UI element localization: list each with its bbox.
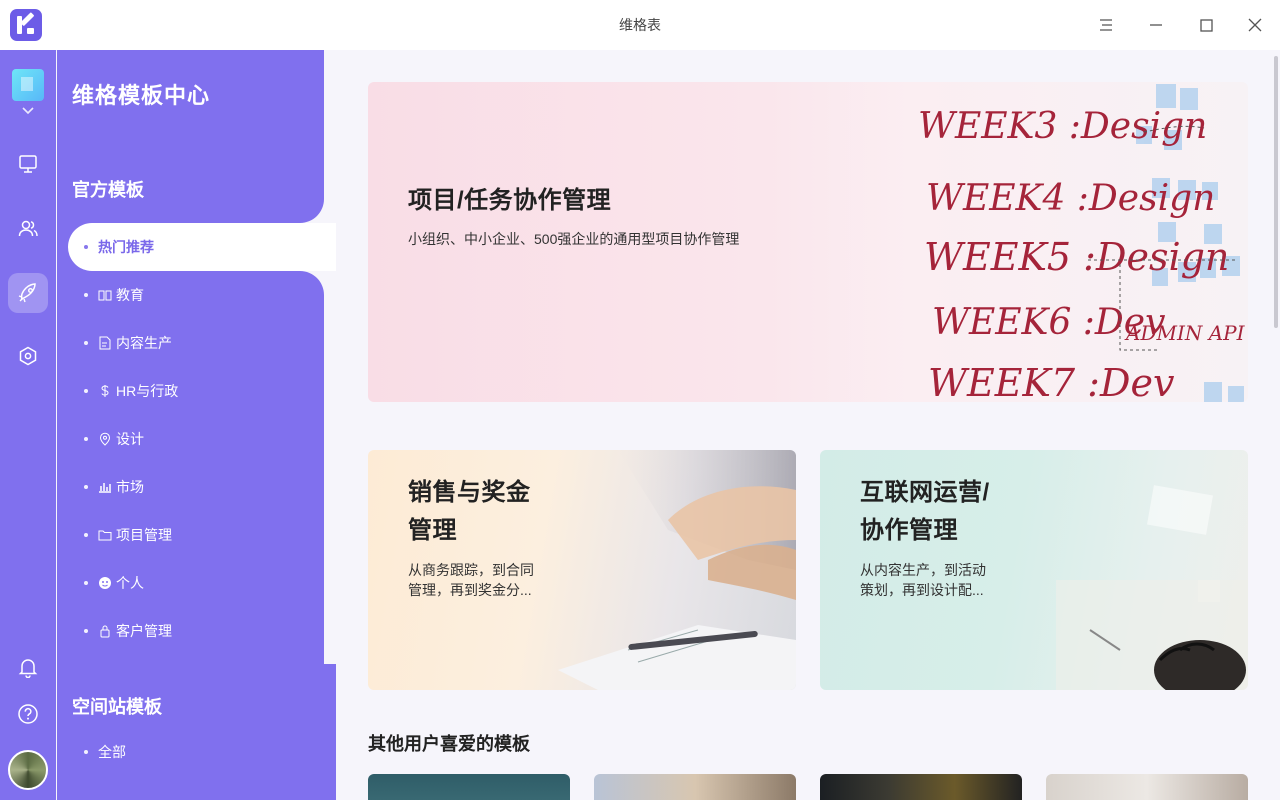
title-bar: 维格表 xyxy=(0,0,1280,51)
sidebar-item-label: 热门推荐 xyxy=(98,239,154,255)
hero-template-card[interactable]: WEEK3 :Design WEEK4 :Design WEEK5 :Desig… xyxy=(368,82,1248,402)
official-templates-heading: 官方模板 xyxy=(72,180,144,200)
minimize-button[interactable] xyxy=(1141,10,1171,40)
bullet-dot xyxy=(84,485,88,489)
sidebar-item-label: 全部 xyxy=(98,744,126,760)
sidebar-item-education[interactable]: 教育 xyxy=(68,271,324,319)
icon-rail xyxy=(0,50,56,800)
board-word: WEEK7 :Dev xyxy=(928,361,1175,402)
ops-desc-line2: 策划，再到设计配... xyxy=(860,582,984,598)
rail-members[interactable] xyxy=(8,208,48,248)
ops-title-line2: 协作管理 xyxy=(860,517,958,544)
monitor-icon xyxy=(19,155,37,173)
bullet-dot xyxy=(84,437,88,441)
user-avatar[interactable] xyxy=(8,750,48,790)
board-word: WEEK3 :Design xyxy=(918,106,1207,147)
sales-title-line1: 销售与奖金 xyxy=(408,479,531,506)
rail-marketplace[interactable] xyxy=(8,336,48,376)
bullet-dot xyxy=(84,341,88,345)
others-heading: 其他用户喜爱的模板 xyxy=(368,734,530,754)
ops-template-card[interactable]: 互联网运营/ 协作管理 从内容生产，到活动 策划，再到设计配... xyxy=(820,450,1248,690)
sidebar-item-label: 个人 xyxy=(116,575,144,591)
template-thumbnail[interactable] xyxy=(1046,774,1248,800)
bullet-dot xyxy=(84,533,88,537)
help-icon xyxy=(18,704,38,724)
bullet-dot xyxy=(84,293,88,297)
sidebar-item-hot[interactable]: 热门推荐 xyxy=(68,223,336,271)
sidebar-title: 维格模板中心 xyxy=(72,83,211,108)
sidebar-item-label: 教育 xyxy=(116,287,144,303)
face-icon xyxy=(98,576,112,590)
pin-icon xyxy=(98,432,112,446)
bullet-dot xyxy=(84,750,88,754)
vertical-scrollbar[interactable] xyxy=(1274,56,1278,328)
sidebar-item-customer[interactable]: 客户管理 xyxy=(68,607,324,655)
rail-help[interactable] xyxy=(8,694,48,734)
sidebar-item-label: HR与行政 xyxy=(116,383,179,399)
hero-description: 小组织、中小企业、500强企业的通用型项目协作管理 xyxy=(408,231,740,247)
bar-chart-icon xyxy=(98,480,112,494)
hero-title: 项目/任务协作管理 xyxy=(408,187,612,214)
hexagon-icon xyxy=(19,346,37,366)
template-thumbnail[interactable] xyxy=(820,774,1022,800)
template-thumbnail[interactable] xyxy=(594,774,796,800)
sidebar-item-label: 设计 xyxy=(116,431,144,447)
ops-title-line1: 互联网运营/ xyxy=(860,479,990,506)
sales-title-line2: 管理 xyxy=(408,517,457,544)
sidebar-item-content[interactable]: 内容生产 xyxy=(68,319,324,367)
sidebar-item-market[interactable]: 市场 xyxy=(68,463,324,511)
bell-icon xyxy=(18,659,38,678)
dollar-icon xyxy=(98,384,112,398)
ops-desc-line1: 从内容生产，到活动 xyxy=(860,562,986,578)
whiteboard-illustration: WEEK3 :Design WEEK4 :Design WEEK5 :Desig… xyxy=(918,84,1246,402)
folder-icon xyxy=(98,528,112,542)
menu-icon[interactable] xyxy=(1091,10,1121,40)
sales-template-card[interactable]: 销售与奖金 管理 从商务跟踪，到合同 管理，再到奖金分... xyxy=(368,450,796,690)
template-thumbnail[interactable] xyxy=(368,774,570,800)
board-word: ADMIN API xyxy=(1124,321,1246,345)
bullet-dot xyxy=(84,629,88,633)
sidebar-item-personal[interactable]: 个人 xyxy=(68,559,324,607)
template-main: WEEK3 :Design WEEK4 :Design WEEK5 :Desig… xyxy=(336,50,1280,800)
sales-desc-line2: 管理，再到奖金分... xyxy=(408,582,532,598)
sales-desc-line1: 从商务跟踪，到合同 xyxy=(408,562,534,578)
template-sidebar: 维格模板中心 官方模板 热门推荐 教育 内容生产 HR与行政 设计 市场 项目管… xyxy=(57,50,336,800)
rail-workbench[interactable] xyxy=(8,144,48,184)
chevron-down-icon[interactable] xyxy=(20,105,36,117)
app-logo-icon xyxy=(10,9,42,41)
sidebar-item-label: 内容生产 xyxy=(116,335,172,351)
sidebar-item-label: 客户管理 xyxy=(116,623,172,639)
bullet-dot xyxy=(84,581,88,585)
space-templates-heading: 空间站模板 xyxy=(72,697,162,717)
sidebar-item-label: 项目管理 xyxy=(116,527,172,543)
sidebar-item-project[interactable]: 项目管理 xyxy=(68,511,324,559)
workspace-avatar[interactable] xyxy=(12,69,44,101)
rocket-icon xyxy=(18,283,36,303)
bullet-dot xyxy=(84,389,88,393)
sidebar-item-design[interactable]: 设计 xyxy=(68,415,324,463)
board-word: WEEK4 :Design xyxy=(926,178,1215,219)
book-icon xyxy=(98,288,112,302)
close-button[interactable] xyxy=(1240,10,1270,40)
people-icon xyxy=(18,220,38,237)
sidebar-item-hr[interactable]: HR与行政 xyxy=(68,367,324,415)
document-icon xyxy=(98,336,112,350)
board-word: WEEK5 :Design xyxy=(924,235,1229,279)
rail-templates[interactable] xyxy=(8,273,48,313)
lock-icon xyxy=(98,624,112,638)
sidebar-item-label: 市场 xyxy=(116,479,144,495)
rail-notifications[interactable] xyxy=(8,647,48,687)
window-title: 维格表 xyxy=(619,17,661,33)
bullet-dot xyxy=(84,245,88,249)
maximize-button[interactable] xyxy=(1191,10,1221,40)
sidebar-item-all[interactable]: 全部 xyxy=(68,728,324,776)
